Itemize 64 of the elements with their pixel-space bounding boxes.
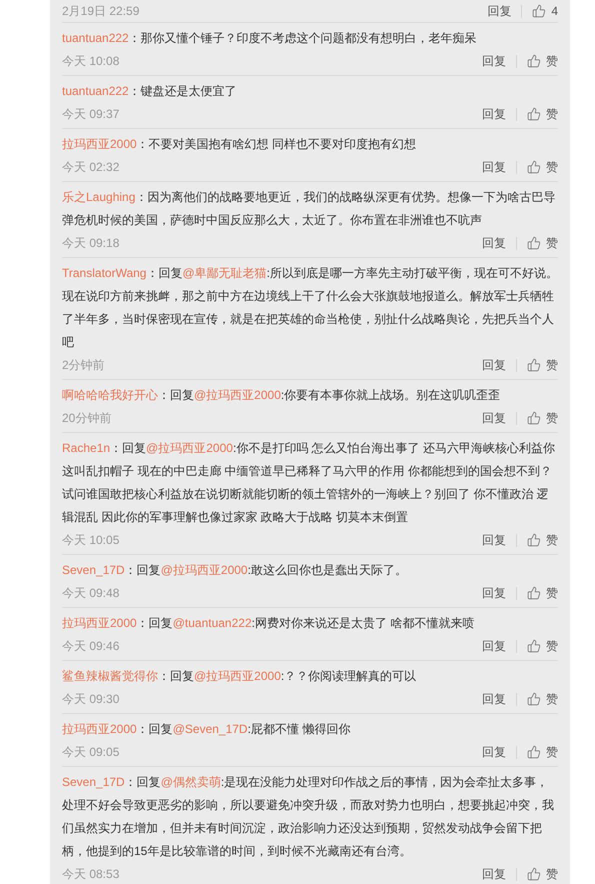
thumbs-up-icon[interactable] bbox=[527, 107, 541, 121]
like-label[interactable]: 赞 bbox=[546, 635, 558, 657]
comment-time: 今天 10:08 bbox=[62, 53, 120, 70]
reply-link[interactable]: 回复 bbox=[482, 741, 506, 763]
thumbs-up-icon[interactable] bbox=[527, 586, 541, 600]
like-label[interactable]: 赞 bbox=[546, 529, 558, 551]
like-label[interactable]: 赞 bbox=[546, 688, 558, 710]
like-label[interactable]: 赞 bbox=[546, 50, 558, 72]
thumbs-up-icon[interactable] bbox=[527, 236, 541, 250]
comment-time: 今天 09:48 bbox=[62, 585, 120, 602]
like-label[interactable]: 赞 bbox=[546, 156, 558, 178]
thumbs-up-icon[interactable] bbox=[527, 867, 541, 881]
reply-link[interactable]: 回复 bbox=[482, 156, 506, 178]
thumbs-up-icon[interactable] bbox=[527, 639, 541, 653]
reply-link[interactable]: 回复 bbox=[482, 635, 506, 657]
comment-time: 今天 09:18 bbox=[62, 235, 120, 252]
comment-time: 今天 09:05 bbox=[62, 744, 120, 761]
thumbs-up-icon[interactable] bbox=[527, 745, 541, 759]
comment-time: 2月19日 22:59 bbox=[62, 3, 140, 20]
like-label[interactable]: 赞 bbox=[546, 354, 558, 376]
comment-text: tuantuan222：那你又懂个锤子？印度不考虑这个问题都没有想明白，老年痴呆 bbox=[62, 30, 478, 47]
comment-text: 拉玛西亚2000：回复@Seven_17D:屁都不懂 懒得回你 bbox=[62, 721, 352, 738]
reply-link[interactable]: 回复 bbox=[487, 0, 512, 22]
like-label[interactable]: 赞 bbox=[546, 741, 558, 763]
comment-time: 今天 09:46 bbox=[62, 638, 120, 655]
comment-time: 今天 10:05 bbox=[62, 532, 120, 549]
comment-text: tuantuan222：键盘还是太便宜了 bbox=[62, 83, 238, 100]
thumbs-up-icon[interactable] bbox=[527, 411, 541, 425]
comment-time: 今天 09:37 bbox=[62, 106, 120, 123]
reply-link[interactable]: 回复 bbox=[482, 103, 506, 125]
comment-text: 拉玛西亚2000：回复@tuantuan222:网费对你来说还是太贵了 啥都不懂就来喷 bbox=[62, 615, 476, 632]
reply-link[interactable]: 回复 bbox=[482, 232, 506, 254]
reply-link[interactable]: 回复 bbox=[482, 407, 506, 429]
reply-link[interactable]: 回复 bbox=[482, 50, 506, 72]
comment-text: 啊哈哈哈我好开心：回复@拉玛西亚2000:你要有本事你就上战场。别在这叽叽歪歪 bbox=[62, 387, 502, 404]
comment-text: 拉玛西亚2000：不要对美国抱有啥幻想 同样也不要对印度抱有幻想 bbox=[62, 136, 418, 153]
like-label[interactable]: 赞 bbox=[546, 232, 558, 254]
thumbs-up-icon[interactable] bbox=[527, 54, 541, 68]
thumbs-up-icon[interactable] bbox=[532, 4, 546, 18]
like-label[interactable]: 赞 bbox=[546, 582, 558, 604]
comment-text: Rache1n：回复@拉玛西亚2000:你不是打印吗 怎么又怕台海出事了 还马六甲海峡核心利益你这叫乱扣帽子 现在的中巴走廊 中缅管道早已稀释了马六甲的作用 你都能想到的国会想不到？试问谁国敢把核心利益放在说切断就能切断的领土管辖外的一海峡上？别回了 你不懂政治 逻辑混乱 因此你的军事理解也像过家家 政略大于战略 切莫本末倒置 bbox=[62, 440, 556, 526]
comment-text: 乐之Laughing：因为离他们的战略要地更近，我们的战略纵深更有优势。想像一下为啥古巴导弹危机时候的美国，萨德时中国反应那么大，太近了。你布置在非洲谁也不吭声 bbox=[62, 189, 556, 229]
reply-link[interactable]: 回复 bbox=[482, 863, 506, 884]
like-label[interactable]: 赞 bbox=[546, 103, 558, 125]
reply-link[interactable]: 回复 bbox=[482, 582, 506, 604]
comment-time: 今天 08:53 bbox=[62, 866, 120, 883]
comment-time: 今天 09:30 bbox=[62, 691, 120, 708]
like-label[interactable]: 赞 bbox=[546, 407, 558, 429]
comment-text: TranslatorWang：回复@卑鄙无耻老猫:所以到底是哪一方率先主动打破平衡，现在可不好说。现在说印方前来挑衅，那之前中方在边境线上干了什么会大张旗鼓地报道么。解放军士兵牺牲了半年多，当时保密现在宣传，就是在把英雄的命当枪使，别扯什么战略舆论，先把兵当个人吧 bbox=[62, 265, 558, 351]
reply-link[interactable]: 回复 bbox=[482, 529, 506, 551]
thumbs-up-icon[interactable] bbox=[527, 533, 541, 547]
comment-time: 今天 02:32 bbox=[62, 159, 120, 176]
comment-text: Seven_17D：回复@偶然卖萌:是现在没能力处理对印作战之后的事情，因为会牵扯太多事，处理不好会导致更恶劣的影响，所以要避免冲突升级，而敌对势力也明白，想要挑起冲突，我们虽然实力在增加，但并未有时间沉淀，政治影响力还没达到预期，贸然发动战争会留下把柄，他提到的15年是比较靠谱的时间，到时候不光藏南还有台湾。 bbox=[62, 774, 555, 860]
comment-text: 鲨鱼辣椒酱觉得你：回复@拉玛西亚2000:？？你阅读理解真的可以 bbox=[62, 668, 418, 685]
like-label[interactable]: 赞 bbox=[546, 863, 558, 884]
like-label[interactable]: 4 bbox=[551, 0, 558, 22]
reply-link[interactable]: 回复 bbox=[482, 354, 506, 376]
comment-text: Seven_17D：回复@拉玛西亚2000:敢这么回你也是蠢出天际了。 bbox=[62, 562, 408, 579]
comment-time: 20分钟前 bbox=[62, 410, 112, 427]
thumbs-up-icon[interactable] bbox=[527, 160, 541, 174]
thumbs-up-icon[interactable] bbox=[527, 692, 541, 706]
reply-link[interactable]: 回复 bbox=[482, 688, 506, 710]
thumbs-up-icon[interactable] bbox=[527, 358, 541, 372]
comment-time: 2分钟前 bbox=[62, 357, 105, 374]
